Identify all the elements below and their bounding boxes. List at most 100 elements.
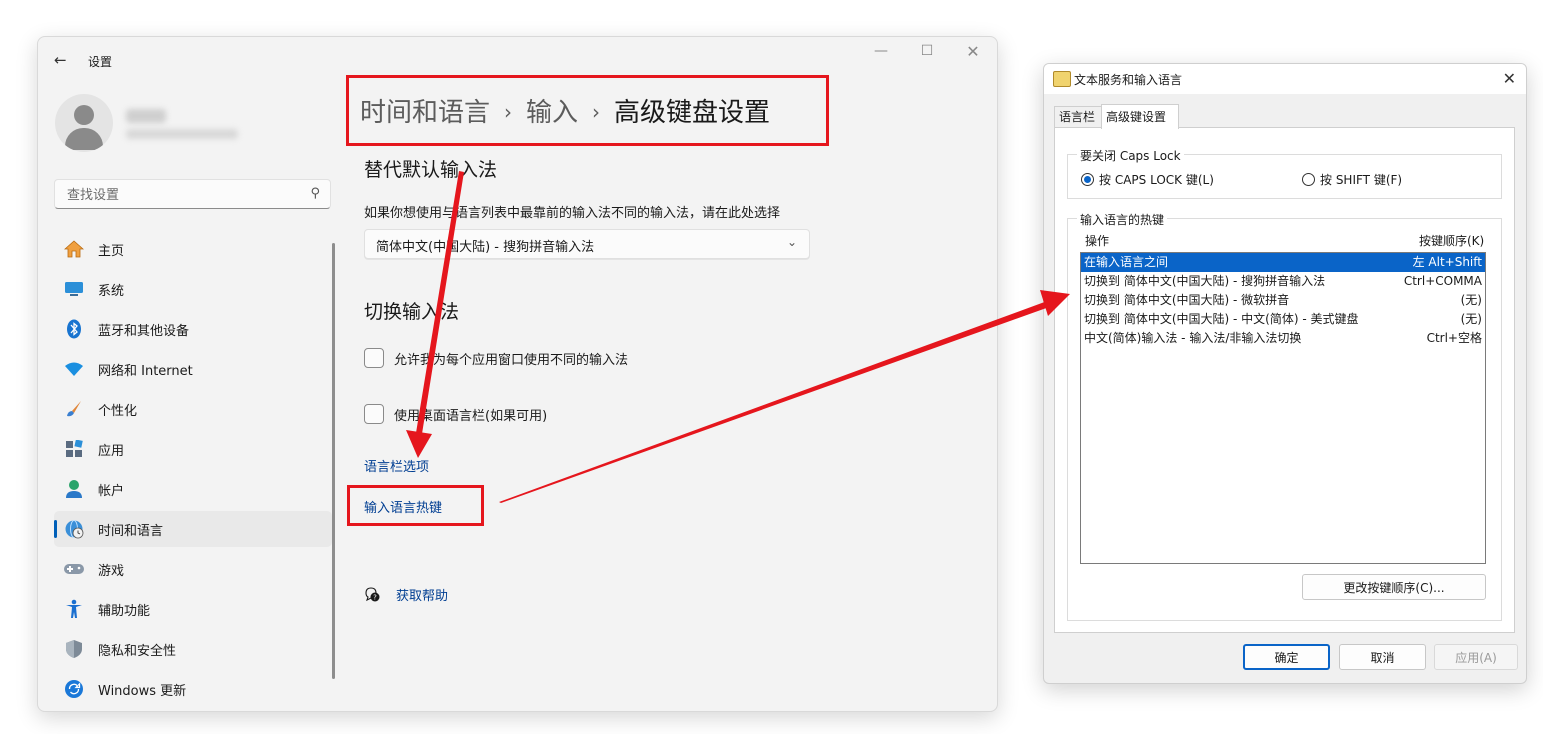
change-key-sequence-button[interactable]: 更改按键顺序(C)... [1302, 574, 1486, 600]
radio-capslock[interactable] [1081, 173, 1094, 186]
radio-shift[interactable] [1302, 173, 1315, 186]
sidebar-item-label: 帐户 [98, 483, 125, 499]
sidebar-item-home[interactable]: 主页 [54, 231, 332, 267]
cancel-button[interactable]: 取消 [1339, 644, 1426, 670]
column-header-action: 操作 [1085, 234, 1110, 248]
annotation-box-breadcrumb [346, 75, 829, 146]
maximize-icon[interactable]: ☐ [912, 43, 942, 59]
sidebar-nav: 主页 系统 蓝牙和其他设备 网络和 Internet 个性化 应用 帐户 时间和… [54, 231, 332, 711]
hotkey-action: 切换到 简体中文(中国大陆) - 中文(简体) - 美式键盘 [1084, 312, 1359, 326]
sidebar-item-apps[interactable]: 应用 [54, 431, 332, 467]
sidebar-item-label: Windows 更新 [98, 683, 187, 699]
accessibility-icon [63, 598, 85, 620]
tab-language-bar[interactable]: 语言栏 [1054, 106, 1104, 127]
brush-icon [63, 398, 85, 420]
ok-button[interactable]: 确定 [1243, 644, 1330, 670]
sidebar-item-label: 系统 [98, 283, 125, 299]
sidebar-item-label: 主页 [98, 243, 125, 259]
monitor-icon [63, 278, 85, 300]
keyboard-icon [1053, 71, 1071, 87]
tab-advanced-key-settings[interactable]: 高级键设置 [1101, 104, 1179, 129]
hotkey-group-caption: 输入语言的热键 [1077, 211, 1168, 228]
annotation-box-hotkeys-link [347, 485, 484, 526]
table-row[interactable]: 切换到 简体中文(中国大陆) - 中文(简体) - 美式键盘 (无) [1081, 310, 1485, 329]
dialog-title: 文本服务和输入语言 [1074, 73, 1183, 87]
sidebar-item-label: 辅助功能 [98, 603, 151, 619]
checkbox-label: 使用桌面语言栏(如果可用) [394, 408, 548, 424]
column-header-key-sequence: 按键顺序(K) [1419, 234, 1485, 248]
sidebar-item-time-language[interactable]: 时间和语言 [54, 511, 332, 547]
sidebar-item-label: 个性化 [98, 403, 138, 419]
get-help-link[interactable]: 获取帮助 [396, 585, 448, 604]
table-row[interactable]: 切换到 简体中文(中国大陆) - 微软拼音 (无) [1081, 291, 1485, 310]
back-arrow-icon[interactable]: ← [54, 51, 67, 69]
hotkey-action: 切换到 简体中文(中国大陆) - 微软拼音 [1084, 293, 1290, 307]
gamepad-icon [63, 558, 85, 580]
sidebar-scrollbar[interactable] [332, 243, 335, 679]
sidebar-item-windows-update[interactable]: Windows 更新 [54, 671, 332, 707]
help-icon: ? [364, 586, 380, 602]
globe-clock-icon [63, 518, 85, 540]
sidebar-item-label: 应用 [98, 443, 125, 459]
blurred-user-name [126, 109, 166, 123]
desktop-language-bar-checkbox-row[interactable]: 使用桌面语言栏(如果可用) [364, 404, 547, 424]
sidebar-item-accessibility[interactable]: 辅助功能 [54, 591, 332, 627]
desktop-language-bar-checkbox[interactable] [364, 404, 384, 424]
table-row[interactable]: 在输入语言之间 左 Alt+Shift [1081, 253, 1485, 272]
search-input[interactable] [65, 184, 299, 206]
sidebar-item-label: 游戏 [98, 563, 125, 579]
hotkey-list[interactable]: 在输入语言之间 左 Alt+Shift 切换到 简体中文(中国大陆) - 搜狗拼… [1080, 252, 1486, 564]
sidebar-item-personalization[interactable]: 个性化 [54, 391, 332, 427]
dialog-titlebar: 文本服务和输入语言 ✕ [1044, 64, 1526, 94]
update-icon [63, 678, 85, 700]
section-description: 如果你想使用与语言列表中最靠前的输入法不同的输入法，请在此处选择 [364, 206, 781, 221]
radio-shift-row[interactable]: 按 SHIFT 键(F) [1302, 171, 1402, 188]
avatar-body-shape [65, 128, 103, 150]
sidebar-item-label: 时间和语言 [98, 523, 164, 539]
sidebar-item-system[interactable]: 系统 [54, 271, 332, 307]
window-title: 设置 [88, 55, 113, 69]
close-icon[interactable]: ✕ [958, 42, 988, 61]
apps-icon [63, 438, 85, 460]
table-row[interactable]: 切换到 简体中文(中国大陆) - 搜狗拼音输入法 Ctrl+COMMA [1081, 272, 1485, 291]
shield-icon [63, 638, 85, 660]
search-icon[interactable]: ⚲ [310, 186, 320, 201]
section-title-default-input: 替代默认输入法 [364, 159, 498, 181]
sidebar-item-network[interactable]: 网络和 Internet [54, 351, 332, 387]
blurred-user-email [126, 129, 238, 139]
radio-label: 按 SHIFT 键(F) [1320, 173, 1403, 187]
minimize-icon[interactable]: — [866, 43, 896, 59]
close-icon[interactable]: ✕ [1503, 69, 1516, 88]
hotkey-action: 在输入语言之间 [1084, 255, 1169, 269]
sidebar-item-accounts[interactable]: 帐户 [54, 471, 332, 507]
default-input-method-dropdown[interactable]: 简体中文(中国大陆) - 搜狗拼音输入法 ⌄ [364, 229, 810, 259]
language-bar-options-link[interactable]: 语言栏选项 [364, 456, 429, 475]
wifi-icon [63, 358, 85, 380]
svg-text:?: ? [373, 594, 377, 602]
hotkey-key: Ctrl+COMMA [1403, 274, 1482, 288]
account-icon [63, 478, 85, 500]
capslock-group-caption: 要关闭 Caps Lock [1077, 147, 1184, 164]
checkbox-label: 允许我为每个应用窗口使用不同的输入法 [394, 352, 629, 368]
per-app-input-checkbox-row[interactable]: 允许我为每个应用窗口使用不同的输入法 [364, 348, 628, 368]
radio-capslock-row[interactable]: 按 CAPS LOCK 键(L) [1081, 171, 1214, 188]
sidebar-item-gaming[interactable]: 游戏 [54, 551, 332, 587]
chevron-down-icon: ⌄ [786, 235, 797, 249]
home-icon [63, 238, 85, 260]
dropdown-value: 简体中文(中国大陆) - 搜狗拼音输入法 [376, 240, 595, 255]
hotkey-key: Ctrl+空格 [1426, 331, 1482, 345]
avatar[interactable] [55, 94, 113, 152]
hotkey-action: 中文(简体)输入法 - 输入法/非输入法切换 [1084, 331, 1302, 345]
table-row[interactable]: 中文(简体)输入法 - 输入法/非输入法切换 Ctrl+空格 [1081, 329, 1485, 348]
bluetooth-icon [63, 318, 85, 340]
sidebar-item-privacy[interactable]: 隐私和安全性 [54, 631, 332, 667]
sidebar-item-label: 隐私和安全性 [98, 643, 177, 659]
search-box[interactable]: ⚲ [54, 179, 331, 209]
hotkey-action: 切换到 简体中文(中国大陆) - 搜狗拼音输入法 [1084, 274, 1326, 288]
section-title-switch-input: 切换输入法 [364, 301, 460, 323]
sidebar-item-label: 蓝牙和其他设备 [98, 323, 190, 339]
apply-button[interactable]: 应用(A) [1434, 644, 1518, 670]
sidebar-item-bluetooth[interactable]: 蓝牙和其他设备 [54, 311, 332, 347]
hotkey-key: 左 Alt+Shift [1412, 255, 1482, 269]
per-app-input-checkbox[interactable] [364, 348, 384, 368]
